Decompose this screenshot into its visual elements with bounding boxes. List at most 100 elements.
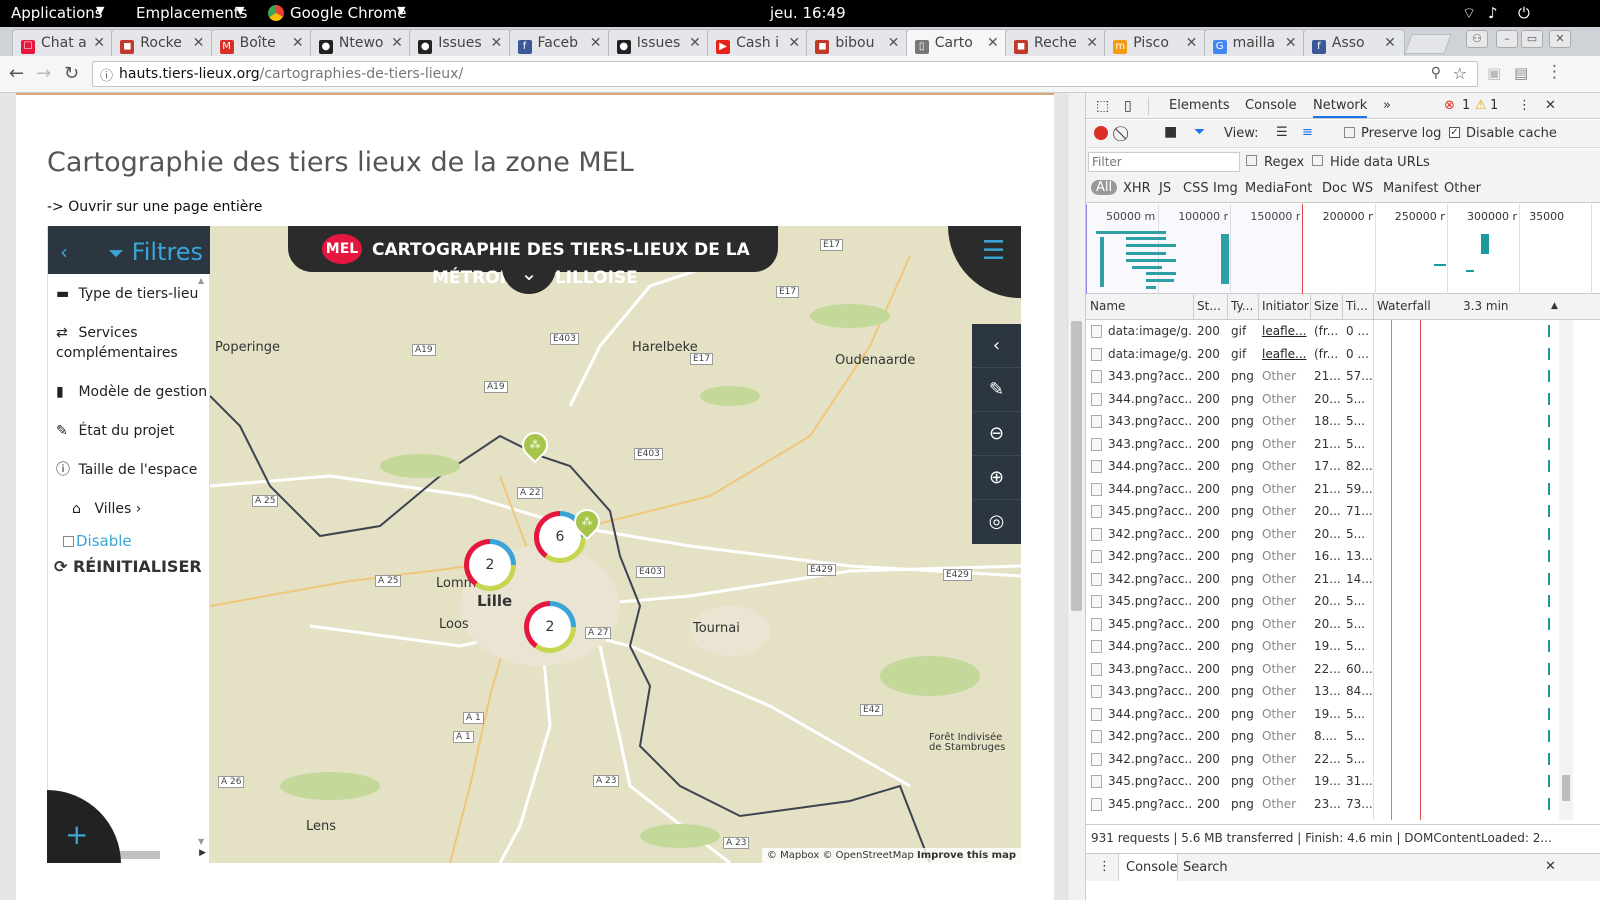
- col-initiator[interactable]: Initiator: [1262, 299, 1312, 313]
- type-filter-font[interactable]: Font: [1284, 181, 1312, 196]
- reset-button[interactable]: ⟳ RÉINITIALISER: [54, 557, 202, 576]
- browser-tab[interactable]: ▯ Carto ✕: [905, 29, 1008, 56]
- scroll-up-icon[interactable]: ▲: [198, 276, 204, 285]
- profile-icon[interactable]: ⚇: [1466, 30, 1488, 48]
- close-window-icon[interactable]: ✕: [1549, 30, 1571, 48]
- menu-icon[interactable]: ⋮: [1546, 62, 1563, 82]
- type-filter-img[interactable]: Img: [1213, 181, 1238, 196]
- browser-tab[interactable]: f Faceb ✕: [508, 29, 611, 56]
- close-tab-icon[interactable]: ✕: [987, 35, 999, 51]
- open-fullpage-link[interactable]: -> Ouvrir sur une page entière: [47, 199, 262, 215]
- timeline-selection[interactable]: [1086, 204, 1303, 294]
- browser-tab[interactable]: Gmailla ✕: [1203, 29, 1306, 56]
- table-cell[interactable]: leafle...: [1262, 347, 1308, 361]
- record-icon[interactable]: [1094, 126, 1108, 140]
- tab-console[interactable]: Console: [1245, 98, 1297, 113]
- error-icon[interactable]: ⊗: [1444, 98, 1455, 113]
- filters-scrollbar[interactable]: ▲ ▼: [196, 276, 210, 846]
- filters-title[interactable]: ⏷ Filtres: [108, 238, 203, 266]
- col-waterfall[interactable]: Waterfall: [1377, 299, 1457, 313]
- app-menu[interactable]: Google Chrome: [290, 4, 407, 22]
- close-tab-icon[interactable]: ✕: [193, 35, 205, 51]
- table-row[interactable]: 345.png?acc... 200 png Other 20... 5...: [1086, 590, 1556, 613]
- type-filter-media[interactable]: Media: [1245, 181, 1284, 196]
- map-canvas[interactable]: Poperinge Harelbeke Oudenaarde Lomme Lille Lo…: [210, 226, 1021, 863]
- error-count[interactable]: 1: [1462, 98, 1470, 113]
- close-tab-icon[interactable]: ✕: [1086, 35, 1098, 51]
- preserve-log-checkbox[interactable]: [1344, 127, 1355, 138]
- table-row[interactable]: 344.png?acc... 200 png Other 20... 5...: [1086, 388, 1556, 411]
- warning-count[interactable]: 1: [1490, 98, 1498, 113]
- disable-cache-checkbox[interactable]: ✓: [1449, 127, 1460, 138]
- scroll-down-icon[interactable]: ▼: [198, 837, 204, 846]
- places-menu[interactable]: Emplacements: [136, 4, 248, 22]
- browser-tab[interactable]: ● Issues ✕: [409, 29, 512, 56]
- more-tabs-icon[interactable]: »: [1383, 98, 1391, 113]
- close-icon[interactable]: ✕: [1545, 859, 1556, 874]
- filter-icon[interactable]: ⏷: [1194, 124, 1205, 140]
- tab-network[interactable]: Network: [1313, 98, 1368, 118]
- table-row[interactable]: 343.png?acc... 200 png Other 13... 84...: [1086, 680, 1556, 703]
- scrollbar-thumb[interactable]: [1071, 321, 1082, 611]
- drawer-tab-console[interactable]: Console: [1118, 854, 1178, 881]
- kebab-icon[interactable]: ⋮: [1098, 859, 1111, 874]
- disable-toggle[interactable]: Disable: [63, 532, 132, 550]
- cluster-marker[interactable]: 2: [464, 539, 516, 591]
- close-icon[interactable]: ✕: [1545, 98, 1556, 113]
- type-filter-doc[interactable]: Doc: [1322, 181, 1347, 196]
- scroll-right-icon[interactable]: ▶: [199, 848, 206, 858]
- browser-tab[interactable]: ◼ Reche ✕: [1005, 29, 1107, 56]
- col-size[interactable]: Size: [1314, 299, 1344, 313]
- close-tab-icon[interactable]: ✕: [292, 35, 304, 51]
- table-row[interactable]: 345.png?acc... 200 png Other 20... 5...: [1086, 613, 1556, 636]
- minimize-icon[interactable]: –: [1496, 30, 1518, 48]
- filter-item[interactable]: ⇄ Services: [56, 323, 138, 343]
- back-icon[interactable]: ←: [9, 63, 24, 84]
- browser-tab[interactable]: M Boîte ✕: [210, 29, 313, 56]
- table-row[interactable]: 343.png?acc... 200 png Other 18... 5...: [1086, 410, 1556, 433]
- pin-icon[interactable]: ⚲: [1431, 65, 1441, 81]
- type-filter-manifest[interactable]: Manifest: [1383, 181, 1438, 196]
- table-scrollbar[interactable]: [1559, 320, 1573, 820]
- improve-map-link[interactable]: Improve this map: [917, 850, 1016, 861]
- info-icon[interactable]: ⓘ: [100, 65, 113, 84]
- table-row[interactable]: 345.png?acc... 200 png Other 19... 31...: [1086, 770, 1556, 793]
- hscroll-thumb[interactable]: [118, 851, 160, 859]
- table-row[interactable]: 342.png?acc... 200 png Other 20... 5...: [1086, 523, 1556, 546]
- close-tab-icon[interactable]: ✕: [490, 35, 502, 51]
- table-cell[interactable]: leafle...: [1262, 324, 1308, 338]
- browser-tab[interactable]: m Pisco ✕: [1104, 29, 1207, 56]
- camera-icon[interactable]: ■: [1164, 124, 1177, 140]
- browser-tab[interactable]: ◼ bibou ✕: [806, 29, 909, 56]
- filter-item[interactable]: ▮ Modèle de gestion: [56, 382, 207, 402]
- col-time[interactable]: Ti...: [1346, 299, 1374, 313]
- page-scrollbar[interactable]: [1067, 93, 1085, 900]
- device-icon[interactable]: ▯: [1124, 98, 1132, 114]
- kebab-icon[interactable]: ⋮: [1518, 98, 1531, 113]
- wifi-icon[interactable]: ⌔: [1462, 4, 1476, 23]
- hide-data-checkbox[interactable]: [1312, 155, 1323, 166]
- type-filter-other[interactable]: Other: [1444, 181, 1481, 196]
- scrollbar-thumb[interactable]: [1562, 775, 1570, 801]
- table-row[interactable]: 342.png?acc... 200 png Other 22... 5...: [1086, 748, 1556, 771]
- star-icon[interactable]: ☆: [1453, 64, 1467, 83]
- table-row[interactable]: 342.png?acc... 200 png Other 16... 13...: [1086, 545, 1556, 568]
- table-row[interactable]: 343.png?acc... 200 png Other 21... 57...: [1086, 365, 1556, 388]
- filter-item[interactable]: ✎ État du projet: [56, 421, 174, 441]
- filter-input[interactable]: [1088, 152, 1240, 172]
- table-row[interactable]: 343.png?acc... 200 png Other 21... 5...: [1086, 433, 1556, 456]
- browser-tab[interactable]: ◼ Rocke ✕: [111, 29, 214, 56]
- extension-icon[interactable]: ▣: [1487, 64, 1501, 82]
- filter-item[interactable]: ⓘ Taille de l'espace: [56, 460, 197, 480]
- close-tab-icon[interactable]: ✕: [689, 35, 701, 51]
- sort-up-icon[interactable]: ▲: [1551, 301, 1558, 311]
- close-tab-icon[interactable]: ✕: [93, 35, 105, 51]
- close-tab-icon[interactable]: ✕: [888, 35, 900, 51]
- close-tab-icon[interactable]: ✕: [1186, 35, 1198, 51]
- table-row[interactable]: 344.png?acc... 200 png Other 17... 82...: [1086, 455, 1556, 478]
- browser-tab[interactable]: ☐ Chat a ✕: [12, 29, 114, 56]
- cluster-marker[interactable]: 2: [524, 601, 576, 653]
- col-type[interactable]: Ty...: [1231, 299, 1259, 313]
- waterfall-view-icon[interactable]: ≡: [1302, 125, 1313, 140]
- browser-tab[interactable]: ● Issues ✕: [607, 29, 710, 56]
